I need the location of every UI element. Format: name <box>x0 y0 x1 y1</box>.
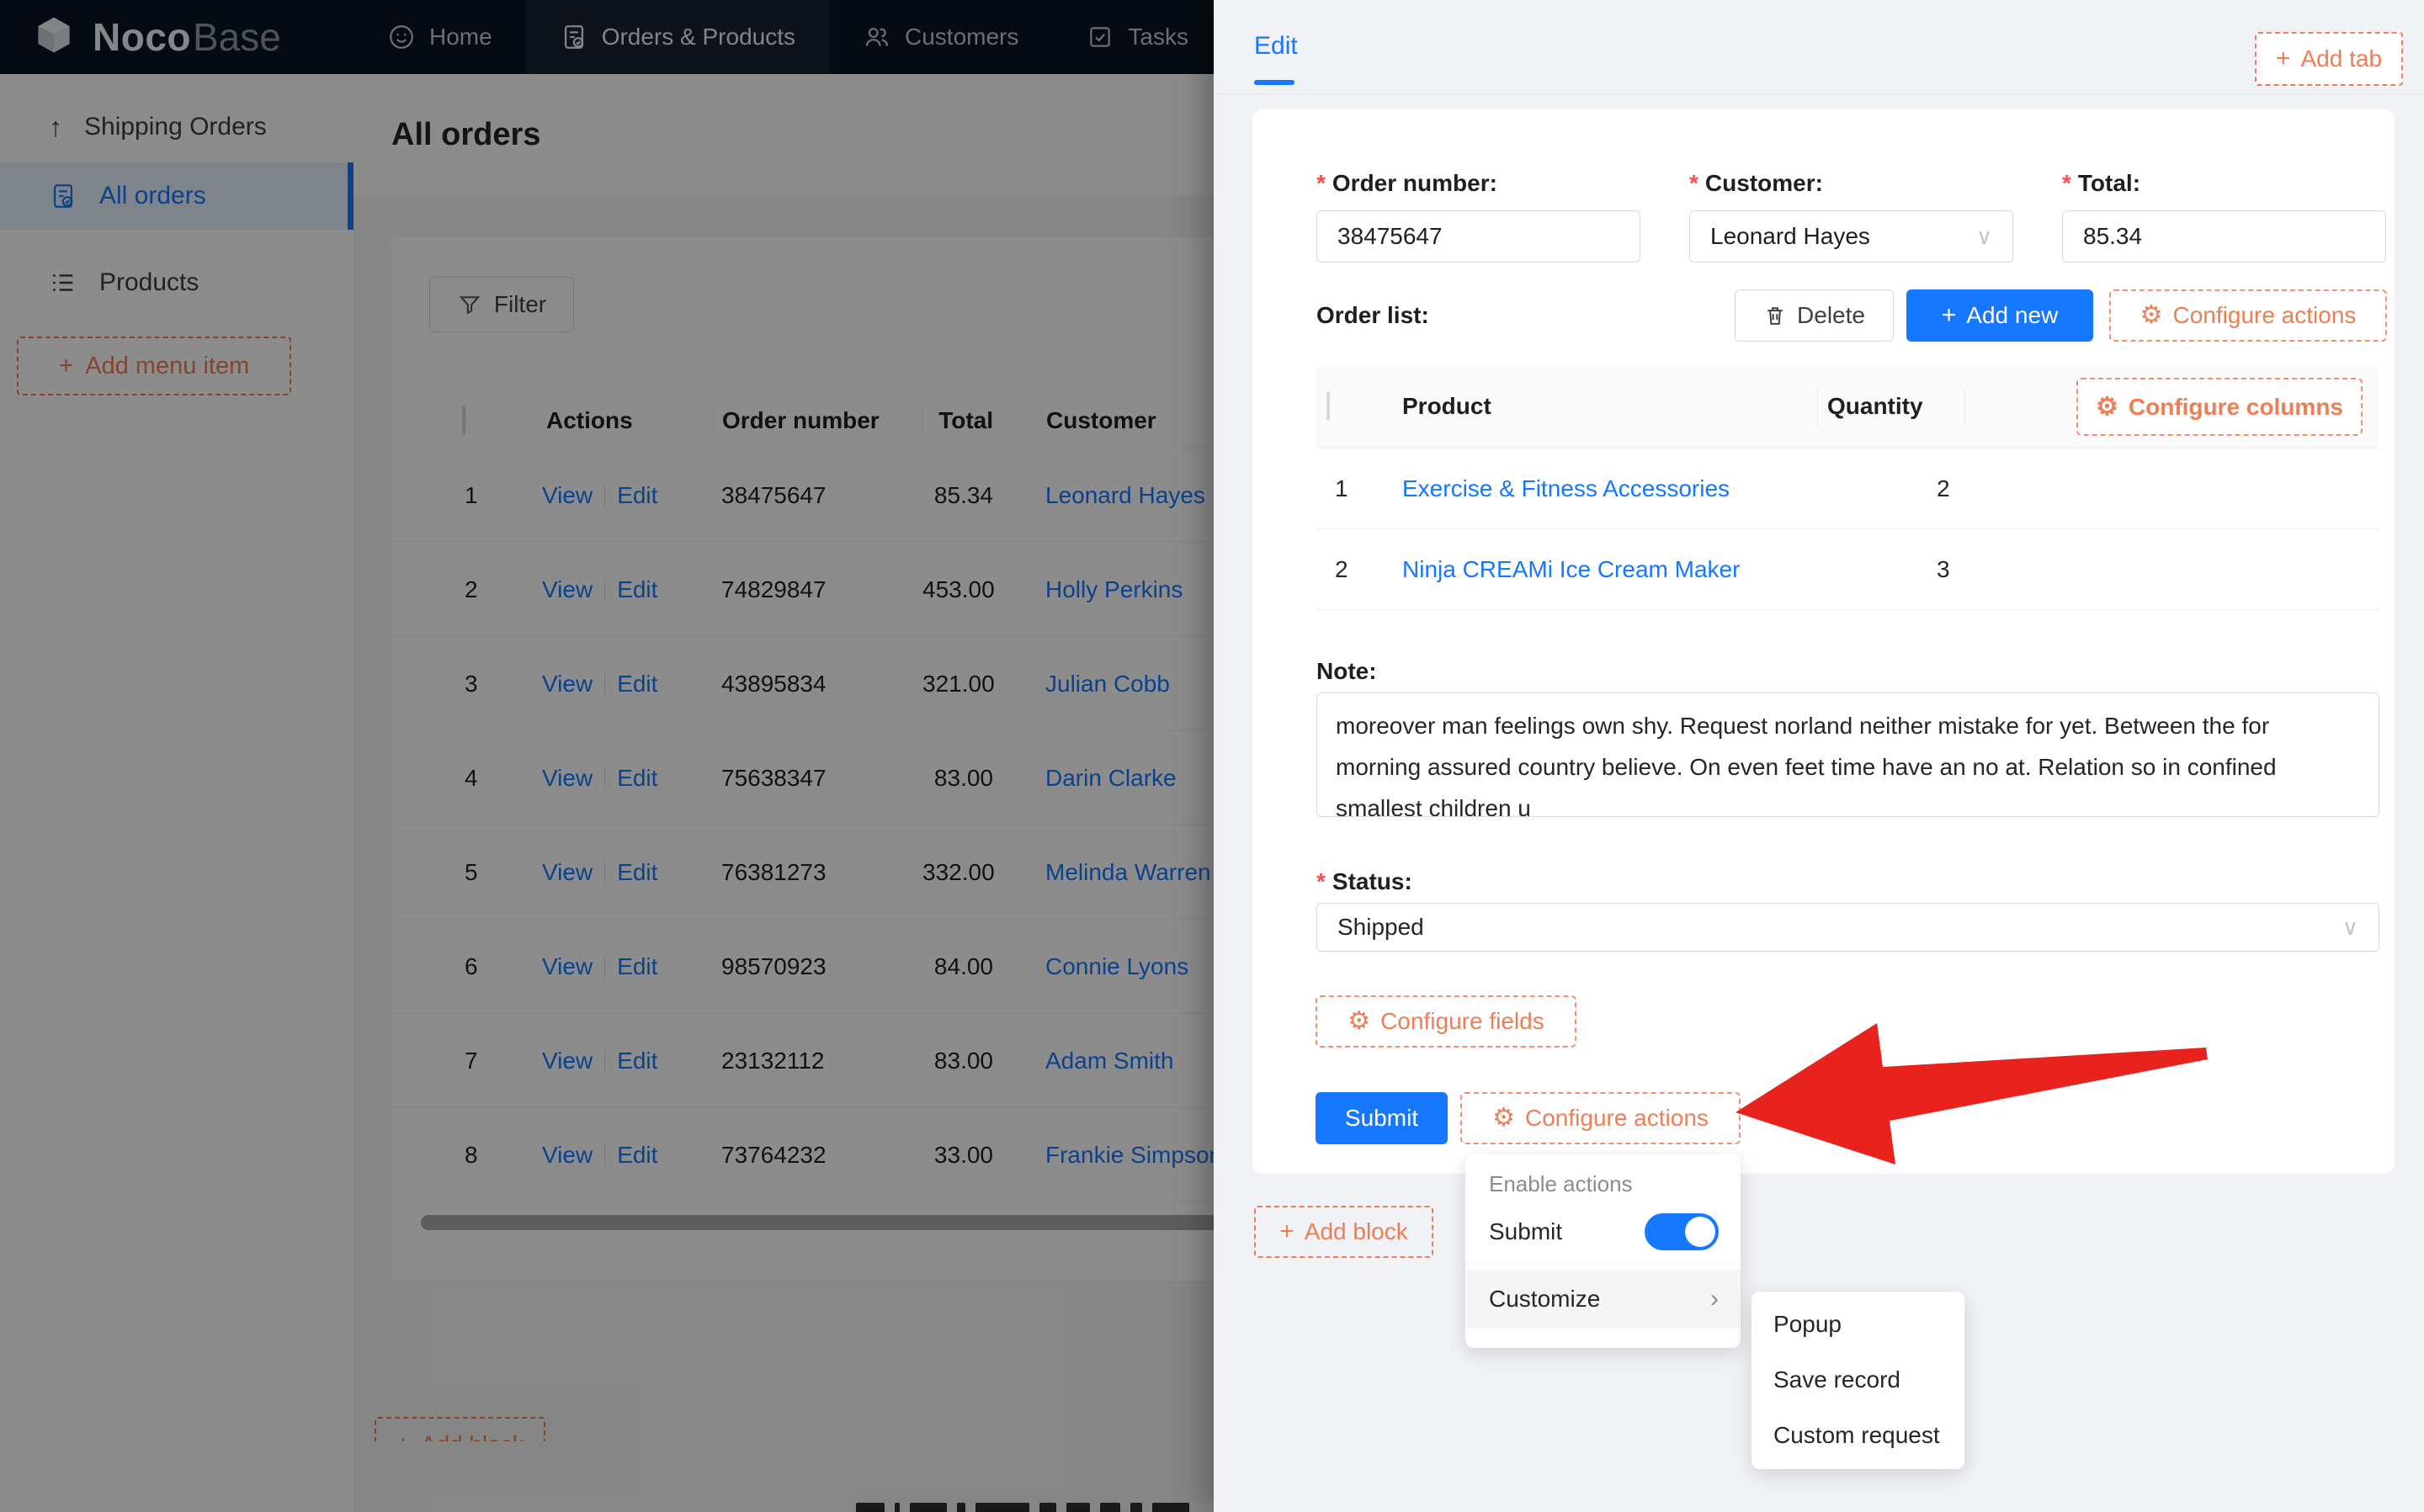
subtable-header-row: Product Quantity ⚙ Configure columns <box>1316 365 2379 448</box>
configure-columns-label: Configure columns <box>2128 393 2344 420</box>
submenu-item-label: Save record <box>1773 1366 1900 1393</box>
configure-columns-button[interactable]: ⚙ Configure columns <box>2076 378 2363 436</box>
column-separator <box>1817 389 1818 426</box>
gear-icon: ⚙ <box>1492 1104 1515 1132</box>
add-tab-label: Add tab <box>2300 45 2383 72</box>
nocobase-app: NocoBase Home Orders & Products Customer… <box>0 0 2424 1512</box>
order-list-subtable: Product Quantity ⚙ Configure columns 1 E… <box>1316 365 2379 610</box>
chevron-right-icon: › <box>1710 1285 1719 1313</box>
column-header-product[interactable]: Product <box>1402 393 1827 420</box>
configure-actions-button-orderlist[interactable]: ⚙ Configure actions <box>2109 289 2387 342</box>
tab-edit[interactable]: Edit <box>1254 32 1298 61</box>
note-textarea[interactable]: moreover man feelings own shy. Request n… <box>1316 692 2379 817</box>
status-label: * Status: <box>1316 868 1412 894</box>
subtable-row: 2 Ninja CREAMi Ice Cream Maker 3 <box>1316 529 2379 610</box>
subtable-row: 1 Exercise & Fitness Accessories 2 <box>1316 448 2379 529</box>
add-new-label: Add new <box>1966 302 2059 328</box>
configure-fields-label: Configure fields <box>1380 1008 1544 1034</box>
submenu-item[interactable]: Custom request <box>1752 1408 1964 1463</box>
column-separator <box>1964 389 1965 426</box>
quantity-cell: 2 <box>1937 475 1950 501</box>
menu-item-label: Customize <box>1489 1286 1601 1312</box>
total-input[interactable]: 85.34 <box>2062 210 2386 263</box>
submit-label: Submit <box>1344 1105 1419 1131</box>
status-select[interactable]: Shipped ∨ <box>1316 903 2379 952</box>
row-index: 2 <box>1335 555 1348 582</box>
add-block-label: Add block <box>1304 1218 1408 1244</box>
configure-actions-label: Configure actions <box>2172 302 2357 328</box>
add-new-button[interactable]: + Add new <box>1906 289 2093 342</box>
delete-button[interactable]: Delete <box>1735 289 1894 342</box>
total-label: * Total: <box>2062 170 2141 196</box>
required-mark: * <box>1316 868 1326 894</box>
order-number-label: * Order number: <box>1316 170 1497 196</box>
customer-label: * Customer: <box>1689 170 1823 196</box>
edit-form-card: * Order number: * Customer: * Total: 384… <box>1252 109 2395 1174</box>
submit-button[interactable]: Submit <box>1316 1092 1448 1144</box>
chevron-down-icon: ∨ <box>2342 914 2358 940</box>
configure-fields-button[interactable]: ⚙ Configure fields <box>1316 995 1576 1048</box>
plus-icon: + <box>1279 1218 1294 1245</box>
tab-active-underline <box>1254 80 1294 85</box>
product-link[interactable]: Ninja CREAMi Ice Cream Maker <box>1402 556 1740 582</box>
product-link[interactable]: Exercise & Fitness Accessories <box>1402 475 1730 501</box>
drawer-tab-bar: Edit + Add tab <box>1214 0 2424 94</box>
plus-icon: + <box>2275 45 2291 72</box>
required-mark: * <box>1689 170 1698 196</box>
gear-icon: ⚙ <box>2140 301 2163 329</box>
submenu-item-label: Popup <box>1773 1311 1842 1337</box>
chevron-down-icon: ∨ <box>1975 223 1992 249</box>
add-block-button-drawer[interactable]: + Add block <box>1254 1206 1433 1258</box>
enable-actions-group-label: Enable actions <box>1489 1171 1633 1196</box>
gear-icon: ⚙ <box>2095 392 2118 421</box>
plus-icon: + <box>1941 301 1957 329</box>
gear-icon: ⚙ <box>1348 1007 1371 1035</box>
subtable-select-all-checkbox[interactable] <box>1326 391 1330 421</box>
menu-item-label: Submit <box>1489 1218 1563 1244</box>
menu-divider <box>1465 1264 1741 1265</box>
subtable-body: 1 Exercise & Fitness Accessories 2 2 Nin… <box>1316 448 2379 610</box>
quantity-cell: 3 <box>1937 555 1950 582</box>
configure-actions-label: Configure actions <box>1525 1105 1709 1131</box>
customize-submenu: Popup Save record Custom request <box>1752 1292 1964 1469</box>
submit-toggle[interactable] <box>1645 1213 1719 1250</box>
configure-actions-menu: Enable actions Submit Customize › <box>1465 1154 1741 1348</box>
row-index: 1 <box>1335 475 1348 501</box>
required-mark: * <box>2062 170 2071 196</box>
delete-label: Delete <box>1797 302 1865 328</box>
menu-item-submit[interactable]: Submit <box>1465 1205 1741 1259</box>
add-tab-button[interactable]: + Add tab <box>2255 32 2403 86</box>
edit-drawer: Edit + Add tab * Order number: * Custome… <box>1214 0 2424 1512</box>
customer-select[interactable]: Leonard Hayes ∨ <box>1689 210 2013 263</box>
column-header-quantity[interactable]: Quantity <box>1827 393 1975 420</box>
required-mark: * <box>1316 170 1326 196</box>
submenu-item[interactable]: Save record <box>1752 1352 1964 1408</box>
order-list-label: Order list: <box>1316 302 1429 328</box>
drawer-mask-overlay[interactable] <box>0 0 1214 1512</box>
trash-icon <box>1768 307 1783 325</box>
toggle-knob <box>1685 1217 1715 1247</box>
submenu-item[interactable]: Popup <box>1752 1297 1964 1352</box>
order-number-input[interactable]: 38475647 <box>1316 210 1640 263</box>
submenu-item-label: Custom request <box>1773 1422 1940 1448</box>
menu-item-customize[interactable]: Customize › <box>1465 1270 1741 1329</box>
configure-actions-button[interactable]: ⚙ Configure actions <box>1460 1092 1741 1144</box>
note-label: Note: <box>1316 658 1377 684</box>
